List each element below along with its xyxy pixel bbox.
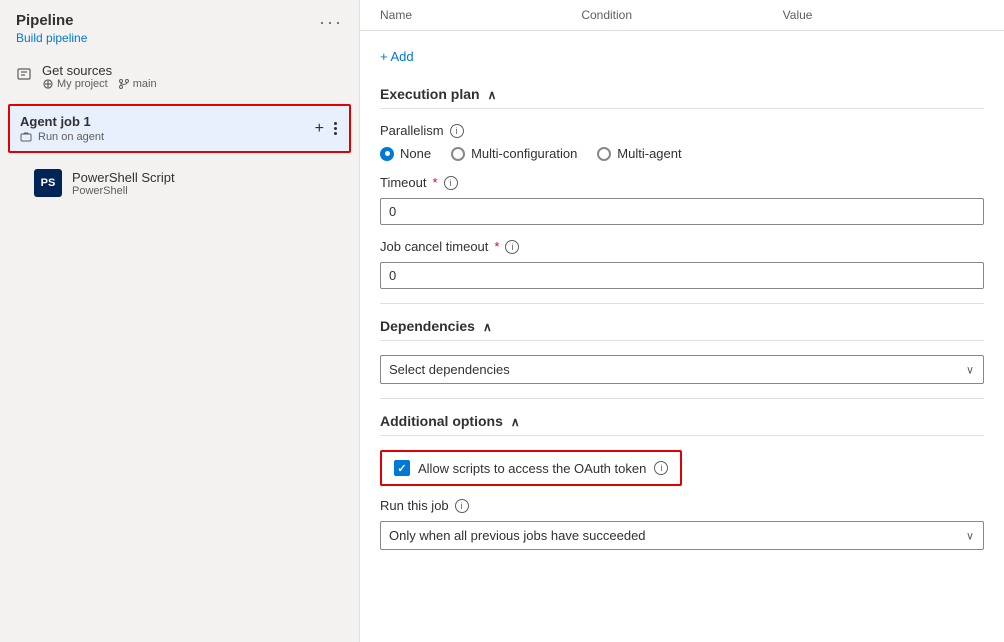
dependencies-select-wrapper: Select dependencies	[380, 355, 984, 384]
table-header: Name Condition Value	[360, 0, 1004, 31]
powershell-title: PowerShell Script	[72, 170, 175, 185]
timeout-input[interactable]	[380, 198, 984, 225]
powershell-icon: PS	[34, 169, 62, 197]
run-this-job-row: Run this job i Only when all previous jo…	[380, 498, 984, 550]
powershell-text: PowerShell Script PowerShell	[72, 170, 175, 197]
sidebar: Pipeline Build pipeline ··· Get sources …	[0, 0, 360, 642]
pipeline-more-button[interactable]: ···	[319, 12, 343, 33]
job-cancel-info-icon[interactable]: i	[505, 240, 519, 254]
divider-2	[380, 398, 984, 399]
parallelism-info-icon[interactable]: i	[450, 124, 464, 138]
run-this-job-select-wrapper: Only when all previous jobs have succeed…	[380, 521, 984, 550]
additional-options-label: Additional options	[380, 413, 503, 429]
col-condition: Condition	[581, 8, 782, 22]
pipeline-info: Pipeline Build pipeline	[16, 12, 87, 45]
dependencies-header: Dependencies	[380, 318, 984, 341]
checkbox-checkmark: ✓	[397, 462, 406, 475]
radio-none[interactable]: None	[380, 146, 431, 161]
job-cancel-timeout-row: Job cancel timeout * i	[380, 239, 984, 289]
radio-none-label: None	[400, 146, 431, 161]
radio-multi-config-label: Multi-configuration	[471, 146, 577, 161]
branch-ref: main	[118, 78, 157, 90]
timeout-info-icon[interactable]: i	[444, 176, 458, 190]
execution-plan-header: Execution plan	[380, 86, 984, 109]
dependencies-select[interactable]: Select dependencies	[380, 355, 984, 384]
radio-multi-config-circle	[451, 147, 465, 161]
agent-job-add-button[interactable]: +	[315, 120, 324, 138]
run-this-job-info-icon[interactable]: i	[455, 499, 469, 513]
dependencies-row: Select dependencies	[380, 355, 984, 384]
timeout-label: Timeout * i	[380, 175, 984, 190]
get-sources-title: Get sources	[42, 63, 157, 78]
powershell-item[interactable]: PS PowerShell Script PowerShell	[24, 161, 343, 205]
dependencies-label: Dependencies	[380, 318, 475, 334]
radio-multi-agent-label: Multi-agent	[617, 146, 681, 161]
job-cancel-required: *	[494, 239, 499, 254]
allow-scripts-checkbox[interactable]: ✓	[394, 460, 410, 476]
timeout-row: Timeout * i	[380, 175, 984, 225]
agent-job-left: Agent job 1 Run on agent	[20, 114, 104, 143]
powershell-subtitle: PowerShell	[72, 185, 175, 197]
execution-plan-chevron[interactable]	[488, 86, 497, 102]
col-name: Name	[380, 8, 581, 22]
radio-multi-config[interactable]: Multi-configuration	[451, 146, 577, 161]
get-sources-text: Get sources My project main	[42, 63, 157, 90]
radio-multi-agent[interactable]: Multi-agent	[597, 146, 681, 161]
dependencies-chevron[interactable]	[483, 318, 492, 334]
agent-job-sub: Run on agent	[20, 131, 104, 143]
pipeline-subtitle[interactable]: Build pipeline	[16, 31, 87, 45]
get-sources-item[interactable]: Get sources My project main	[0, 53, 359, 100]
allow-scripts-label: Allow scripts to access the OAuth token	[418, 461, 646, 476]
additional-options-header: Additional options	[380, 413, 984, 436]
main-panel: Name Condition Value + Add Execution pla…	[360, 0, 1004, 642]
pipeline-title: Pipeline	[16, 12, 87, 29]
parallelism-radio-group: None Multi-configuration Multi-agent	[380, 146, 984, 161]
sidebar-header: Pipeline Build pipeline ···	[0, 0, 359, 53]
execution-plan-label: Execution plan	[380, 86, 480, 102]
run-this-job-label: Run this job i	[380, 498, 984, 513]
job-cancel-input[interactable]	[380, 262, 984, 289]
panel-content: + Add Execution plan Parallelism i None …	[360, 31, 1004, 576]
add-button[interactable]: + Add	[380, 43, 414, 70]
parallelism-row: Parallelism i None Multi-configuration M…	[380, 123, 984, 161]
allow-scripts-info-icon[interactable]: i	[654, 461, 668, 475]
get-sources-icon	[16, 67, 32, 86]
radio-multi-agent-circle	[597, 147, 611, 161]
divider-1	[380, 303, 984, 304]
parallelism-label: Parallelism i	[380, 123, 984, 138]
agent-job-title: Agent job 1	[20, 114, 104, 129]
timeout-required: *	[432, 175, 437, 190]
get-sources-sub: My project main	[42, 78, 157, 90]
agent-job-item[interactable]: Agent job 1 Run on agent +	[8, 104, 351, 153]
project-ref: My project	[42, 78, 108, 90]
job-cancel-label: Job cancel timeout * i	[380, 239, 984, 254]
col-value: Value	[783, 8, 984, 22]
agent-job-actions: +	[315, 120, 339, 138]
radio-none-circle	[380, 147, 394, 161]
agent-job-dots-button[interactable]	[332, 120, 339, 137]
allow-scripts-checkbox-row[interactable]: ✓ Allow scripts to access the OAuth toke…	[380, 450, 682, 486]
run-this-job-select[interactable]: Only when all previous jobs have succeed…	[380, 521, 984, 550]
additional-options-chevron[interactable]	[511, 413, 520, 429]
